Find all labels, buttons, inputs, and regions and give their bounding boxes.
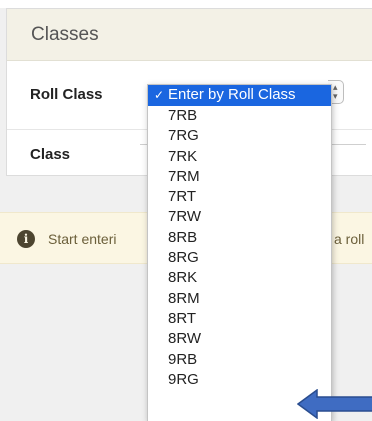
left-arrow-icon <box>297 389 372 419</box>
dropdown-option[interactable]: 8RW <box>148 329 331 349</box>
dropdown-option[interactable]: 7RG <box>148 126 331 146</box>
dropdown-option[interactable]: 7RK <box>148 147 331 167</box>
dropdown-option[interactable]: 9RB <box>148 350 331 370</box>
dropdown-option[interactable]: 7RW <box>148 207 331 227</box>
dropdown-option-selected[interactable]: ✓ Enter by Roll Class <box>148 85 331 106</box>
dropdown-option[interactable]: 8RT <box>148 309 331 329</box>
roll-class-label: Roll Class <box>30 86 103 103</box>
info-icon: i <box>17 230 35 248</box>
dropdown-option[interactable]: 8RG <box>148 248 331 268</box>
dropdown-option[interactable]: 8RM <box>148 289 331 309</box>
dropdown-option[interactable]: 7RM <box>148 167 331 187</box>
checkmark-icon: ✓ <box>154 88 165 102</box>
panel-title: Classes <box>31 24 99 45</box>
top-strip <box>0 0 372 8</box>
chevron-updown-icon: ▴ ▾ <box>333 82 338 101</box>
alert-text-tail: a roll <box>334 231 365 247</box>
dropdown-option[interactable]: 7RT <box>148 187 331 207</box>
dropdown-option[interactable]: 8RB <box>148 228 331 248</box>
dropdown-option[interactable]: 8RK <box>148 268 331 288</box>
panel-header: Classes <box>7 9 372 61</box>
alert-text: Start enteri <box>48 231 117 247</box>
dropdown-option[interactable]: 9RG <box>148 370 331 390</box>
dropdown-option[interactable]: 7RB <box>148 106 331 126</box>
class-label: Class <box>30 146 71 163</box>
roll-class-dropdown[interactable]: ✓ Enter by Roll Class 7RB 7RG 7RK 7RM 7R… <box>147 84 332 421</box>
dropdown-option-label: Enter by Roll Class <box>168 86 296 103</box>
